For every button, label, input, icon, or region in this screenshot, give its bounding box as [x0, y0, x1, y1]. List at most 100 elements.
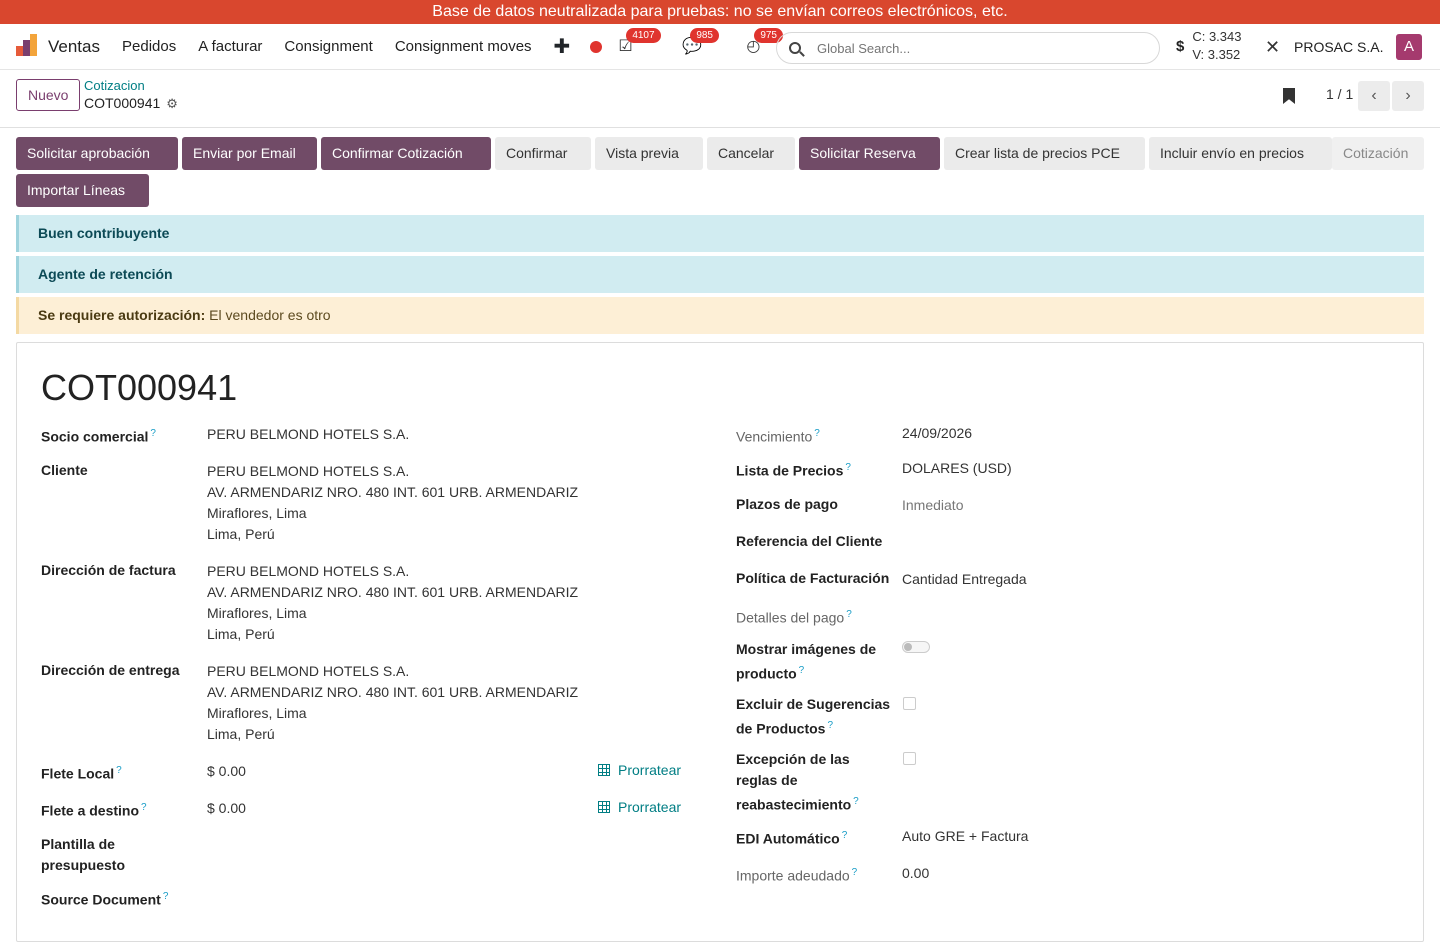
flete-local-field[interactable]: $ 0.00: [207, 761, 246, 782]
global-search[interactable]: [776, 32, 1160, 64]
control-panel: Nuevo Cotizacion COT000941 ⚙ 1 / 1 ‹ ›: [0, 70, 1440, 128]
help-icon[interactable]: ?: [845, 462, 851, 473]
breadcrumb-current-label: COT000941: [84, 95, 161, 111]
search-input[interactable]: [817, 40, 1117, 56]
detalles-pago-label-text: Detalles del pago: [736, 609, 845, 626]
stage-cotizacion[interactable]: Cotización: [1332, 137, 1424, 170]
mostrar-imagenes-label-text: Mostrar imágenes de producto: [736, 641, 877, 682]
enviar-email-button[interactable]: Enviar por Email: [182, 137, 317, 170]
prorratear-local-button[interactable]: Prorratear: [598, 762, 681, 778]
help-icon[interactable]: ?: [150, 428, 156, 439]
address-line: AV. ARMENDARIZ NRO. 480 INT. 601 URB. AR…: [207, 484, 579, 500]
flete-destino-label-text: Flete a destino: [41, 802, 140, 819]
incluir-envio-button[interactable]: Incluir envío en precios: [1149, 137, 1332, 170]
address-line: Lima, Perú: [207, 626, 275, 642]
tools-icon[interactable]: ✕: [1265, 37, 1280, 58]
breadcrumb-parent[interactable]: Cotizacion: [84, 78, 145, 93]
help-icon[interactable]: ?: [852, 867, 858, 878]
plus-icon[interactable]: ✚: [554, 34, 571, 59]
referencia-field[interactable]: [902, 532, 1282, 553]
plazos-field[interactable]: Inmediato: [902, 495, 963, 516]
lista-precios-field[interactable]: DOLARES (USD): [902, 458, 1012, 479]
activities-icon[interactable]: ☑ 4107: [618, 27, 661, 57]
crear-lista-precios-button[interactable]: Crear lista de precios PCE: [944, 137, 1145, 170]
solicitar-reserva-button[interactable]: Solicitar Reserva: [799, 137, 940, 170]
direccion-entrega-field[interactable]: PERU BELMOND HOTELS S.A. AV. ARMENDARIZ …: [207, 661, 578, 745]
form-sheet: COT000941 Socio comercial? PERU BELMOND …: [16, 342, 1424, 942]
socio-field[interactable]: PERU BELMOND HOTELS S.A.: [207, 424, 409, 445]
messages-icon[interactable]: 💬 985: [682, 27, 719, 57]
menu-a-facturar[interactable]: A facturar: [198, 38, 262, 55]
edi-field[interactable]: Auto GRE + Factura: [902, 826, 1028, 847]
mostrar-imagenes-toggle[interactable]: [902, 641, 930, 653]
alert-agente-retencion: Agente de retención: [16, 256, 1424, 293]
prorratear-label: Prorratear: [618, 762, 682, 778]
plantilla-label: Plantilla de presupuesto: [41, 836, 126, 873]
direccion-factura-field[interactable]: PERU BELMOND HOTELS S.A. AV. ARMENDARIZ …: [207, 561, 578, 645]
help-icon[interactable]: ?: [853, 796, 859, 807]
plazos-label: Plazos de pago: [736, 496, 838, 512]
exchange-rates[interactable]: $ C: 3.343 V: 3.352: [1176, 28, 1242, 64]
excluir-label: Excluir de Sugerencias de Productos?: [736, 694, 896, 740]
excepcion-checkbox[interactable]: [903, 752, 916, 765]
record-icon[interactable]: [590, 40, 603, 53]
excluir-checkbox[interactable]: [903, 697, 916, 710]
flete-destino-field[interactable]: $ 0.00: [207, 798, 246, 819]
help-icon[interactable]: ?: [814, 428, 820, 439]
help-icon[interactable]: ?: [827, 720, 833, 731]
dollar-icon: $: [1176, 37, 1185, 55]
edi-label-text: EDI Automático: [736, 830, 840, 847]
pager-value[interactable]: 1 / 1: [1326, 86, 1353, 102]
cliente-field[interactable]: PERU BELMOND HOTELS S.A. AV. ARMENDARIZ …: [207, 461, 578, 545]
vencimiento-label-text: Vencimiento: [736, 428, 813, 445]
breadcrumb-current: COT000941 ⚙: [84, 95, 178, 112]
solicitar-aprobacion-button[interactable]: Solicitar aprobación: [16, 137, 178, 170]
lista-precios-label-text: Lista de Precios: [736, 462, 844, 479]
vencimiento-field[interactable]: 24/09/2026: [902, 423, 972, 444]
help-icon[interactable]: ?: [141, 802, 147, 813]
menu-consignment[interactable]: Consignment: [284, 38, 372, 55]
company-switcher[interactable]: PROSAC S.A.: [1294, 39, 1383, 55]
help-icon[interactable]: ?: [799, 665, 805, 676]
gear-icon[interactable]: ⚙: [166, 96, 178, 111]
mostrar-imagenes-label: Mostrar imágenes de producto?: [736, 639, 896, 685]
address-line: PERU BELMOND HOTELS S.A.: [207, 463, 410, 479]
vista-previa-button[interactable]: Vista previa: [595, 137, 703, 170]
bookmark-icon[interactable]: [1283, 88, 1295, 104]
politica-field[interactable]: Cantidad Entregada: [902, 569, 1027, 590]
address-line: PERU BELMOND HOTELS S.A.: [207, 663, 410, 679]
source-document-label: Source Document?: [41, 886, 168, 911]
help-icon[interactable]: ?: [163, 891, 169, 902]
confirmar-cotizacion-button[interactable]: Confirmar Cotización: [321, 137, 491, 170]
importe-adeudado-label: Importe adeudado?: [736, 862, 857, 887]
address-line: Miraflores, Lima: [207, 605, 307, 621]
menu-pedidos[interactable]: Pedidos: [122, 38, 176, 55]
pager-prev-button[interactable]: ‹: [1358, 81, 1390, 111]
prorratear-label: Prorratear: [618, 799, 682, 815]
plantilla-field[interactable]: [207, 835, 587, 856]
alert-buen-contribuyente: Buen contribuyente: [16, 215, 1424, 252]
address-line: PERU BELMOND HOTELS S.A.: [207, 563, 410, 579]
timer-icon[interactable]: ◴ 975: [746, 27, 783, 57]
importar-lineas-button[interactable]: Importar Líneas: [16, 174, 149, 207]
cancelar-button[interactable]: Cancelar: [707, 137, 795, 170]
sales-app-icon[interactable]: [16, 33, 38, 58]
alert-autorizacion-label: Se requiere autorización:: [38, 307, 206, 323]
vencimiento-label: Vencimiento?: [736, 423, 820, 448]
importe-adeudado-field: 0.00: [902, 865, 930, 881]
pager-next-button[interactable]: ›: [1392, 81, 1424, 111]
new-button[interactable]: Nuevo: [16, 79, 81, 111]
alert-autorizacion: Se requiere autorización: El vendedor es…: [16, 297, 1424, 334]
user-avatar[interactable]: A: [1396, 34, 1422, 60]
app-name[interactable]: Ventas: [48, 37, 100, 57]
prorratear-destino-button[interactable]: Prorratear: [598, 799, 681, 815]
confirmar-button[interactable]: Confirmar: [495, 137, 591, 170]
menu-consignment-moves[interactable]: Consignment moves: [395, 38, 532, 55]
excepcion-label: Excepción de las reglas de reabastecimie…: [736, 749, 886, 816]
help-icon[interactable]: ?: [842, 830, 848, 841]
search-icon: [789, 42, 801, 54]
help-icon[interactable]: ?: [846, 609, 852, 620]
help-icon[interactable]: ?: [116, 765, 122, 776]
address-line: AV. ARMENDARIZ NRO. 480 INT. 601 URB. AR…: [207, 584, 579, 600]
cliente-label: Cliente: [41, 462, 88, 478]
